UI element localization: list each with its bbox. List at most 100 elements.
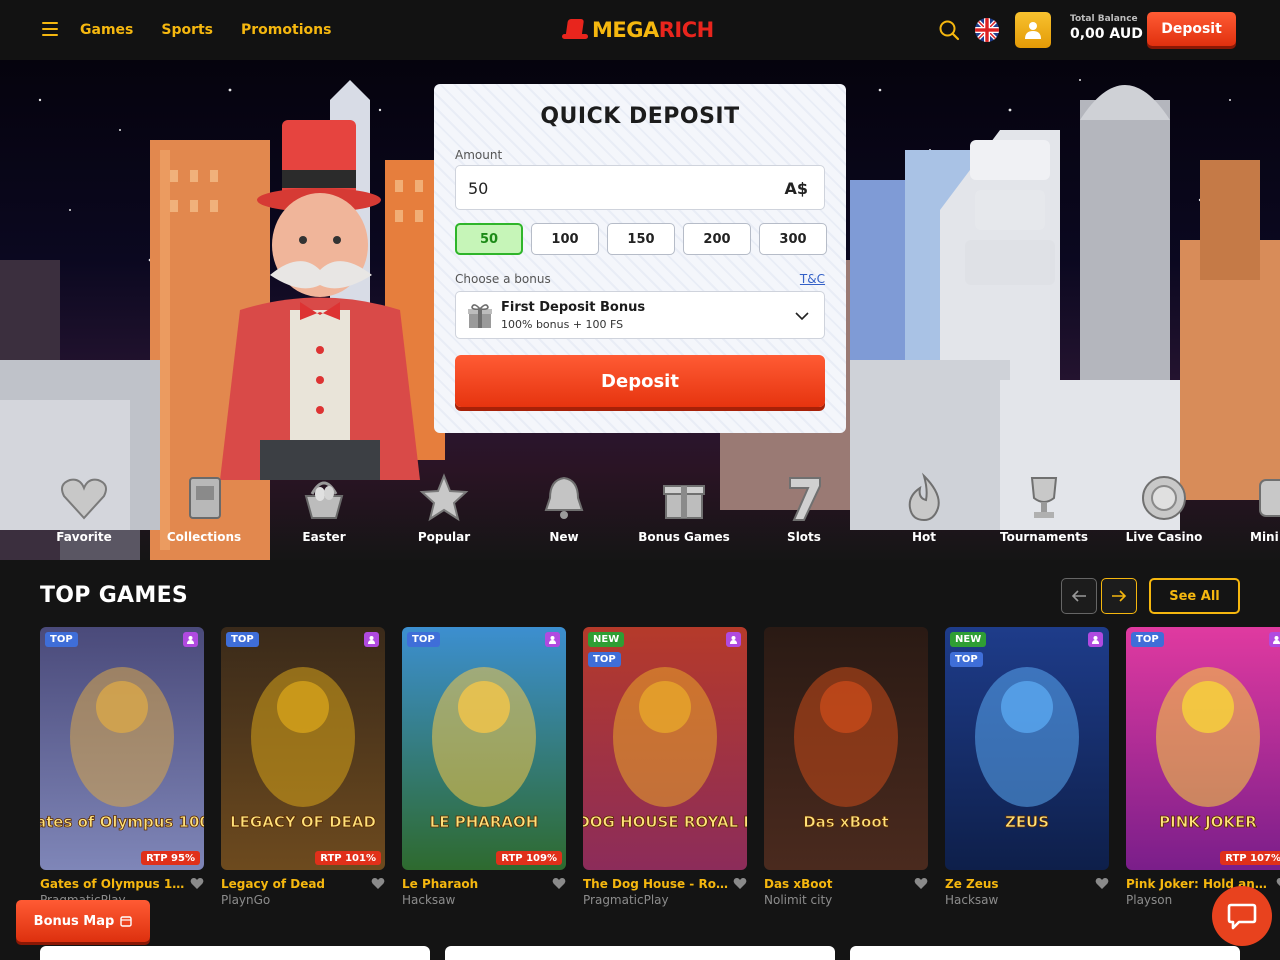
category-label: Bonus Games — [638, 530, 730, 544]
new-badge: NEW — [950, 632, 987, 647]
deposit-button[interactable]: Deposit — [455, 355, 825, 407]
rtp-badge: RTP 109% — [496, 851, 562, 865]
game-card[interactable]: ZEUS NEW TOP — [945, 627, 1109, 870]
game-card[interactable]: THE DOG HOUSE ROYAL HUNT NEW TOP — [583, 627, 747, 870]
category-easter[interactable]: Easter — [264, 470, 384, 550]
arrow-right-icon — [1112, 590, 1127, 602]
game-title[interactable]: Gates of Olympus 1000 — [40, 877, 188, 891]
gift-box-icon — [468, 304, 492, 328]
quick-deposit-title: QUICK DEPOSIT — [540, 104, 740, 129]
bonus-label: Choose a bonus — [455, 272, 551, 286]
terms-link[interactable]: T&C — [800, 272, 825, 286]
category-bar: Favorite Collections Easter Popular New … — [0, 470, 1280, 560]
logo-text-mega: MEGA — [592, 18, 659, 42]
game-provider: PragmaticPlay — [583, 893, 669, 907]
game-title[interactable]: The Dog House - Roy... — [583, 877, 731, 891]
star-icon — [419, 473, 469, 522]
game-provider: Playson — [1126, 893, 1173, 907]
user-icon — [1025, 22, 1041, 39]
carousel-next-button[interactable] — [1101, 578, 1137, 614]
promo-card[interactable] — [445, 946, 835, 960]
game-title[interactable]: Das xBoot — [764, 877, 912, 891]
game-art-title: PINK JOKER — [1159, 813, 1257, 831]
game-provider: Nolimit city — [764, 893, 833, 907]
category-mini[interactable]: Mini — [1224, 470, 1280, 550]
currency-label: A$ — [784, 179, 808, 198]
category-favorite[interactable]: Favorite — [24, 470, 144, 550]
category-label: Easter — [302, 530, 346, 544]
egg-basket-icon — [304, 481, 344, 519]
game-card[interactable]: LE PHARAOH TOP RTP 109% — [402, 627, 566, 870]
nav-sports[interactable]: Sports — [161, 22, 213, 38]
flame-icon — [908, 472, 940, 522]
game-thumbnail: Das xBoot — [764, 627, 928, 870]
bonus-description: 100% bonus + 100 FS — [501, 318, 624, 331]
game-card[interactable]: LEGACY OF DEAD TOP RTP 101% — [221, 627, 385, 870]
live-chat-button[interactable] — [1212, 886, 1272, 946]
favorite-heart-icon[interactable] — [371, 877, 385, 890]
bonus-crown-icon — [545, 632, 560, 647]
header-deposit-button[interactable]: Deposit — [1147, 12, 1236, 46]
game-card[interactable]: PINK JOKER TOP RTP 107% — [1126, 627, 1280, 870]
promo-card[interactable] — [40, 946, 430, 960]
bonus-map-button[interactable]: Bonus Map — [16, 900, 150, 942]
bonus-crown-icon — [1269, 632, 1280, 647]
favorite-heart-icon[interactable] — [190, 877, 204, 890]
preset-300[interactable]: 300 — [759, 223, 827, 255]
category-label: Mini — [1250, 530, 1279, 544]
balance-label: Total Balance — [1070, 14, 1138, 24]
top-badge: TOP — [1131, 632, 1164, 647]
bonus-select[interactable]: First Deposit Bonus 100% bonus + 100 FS — [455, 291, 825, 339]
uk-flag-icon[interactable] — [975, 18, 999, 42]
bonus-crown-icon — [364, 632, 379, 647]
megarich-logo[interactable]: MEGARICH — [562, 16, 714, 44]
trophy-icon — [1030, 477, 1058, 518]
preset-150[interactable]: 150 — [607, 223, 675, 255]
account-button[interactable] — [1015, 12, 1051, 48]
nav-promotions[interactable]: Promotions — [241, 22, 331, 38]
category-collections[interactable]: Collections — [144, 470, 264, 550]
category-new[interactable]: New — [504, 470, 624, 550]
bonus-crown-icon — [183, 632, 198, 647]
game-art-title: Gates of Olympus 1000 — [40, 813, 204, 831]
favorite-heart-icon[interactable] — [733, 877, 747, 890]
amount-field-wrapper: A$ — [455, 165, 825, 210]
category-bonus-games[interactable]: Bonus Games — [624, 470, 744, 550]
category-label: Popular — [417, 530, 471, 544]
category-live-casino[interactable]: Live Casino — [1104, 470, 1224, 550]
game-card[interactable]: Das xBoot — [764, 627, 928, 870]
rtp-badge: RTP 107% — [1220, 851, 1280, 865]
balance-value: 0,00 AUD — [1070, 26, 1143, 42]
carousel-prev-button[interactable] — [1061, 578, 1097, 614]
preset-200[interactable]: 200 — [683, 223, 751, 255]
game-thumbnail: LE PHARAOH — [402, 627, 566, 870]
top-header: Games Sports Promotions MEGARICH Total B… — [0, 0, 1280, 60]
amount-input[interactable] — [468, 176, 728, 200]
nav-games[interactable]: Games — [80, 22, 133, 38]
see-all-button[interactable]: See All — [1149, 578, 1240, 614]
balance-display[interactable]: Total Balance 0,00 AUD — [1070, 14, 1143, 42]
favorite-heart-icon[interactable] — [552, 877, 566, 890]
category-hot[interactable]: Hot — [864, 470, 984, 550]
category-slots[interactable]: Slots — [744, 470, 864, 550]
game-title[interactable]: Le Pharaoh — [402, 877, 550, 891]
preset-50[interactable]: 50 — [455, 223, 523, 255]
favorite-heart-icon[interactable] — [914, 877, 928, 890]
game-art-title: THE DOG HOUSE ROYAL HUNT — [583, 813, 747, 831]
category-popular[interactable]: Popular — [384, 470, 504, 550]
promo-card[interactable] — [850, 946, 1240, 960]
favorite-heart-icon[interactable] — [1276, 877, 1280, 890]
game-thumbnail: LEGACY OF DEAD — [221, 627, 385, 870]
search-icon[interactable] — [938, 19, 960, 41]
favorite-heart-icon[interactable] — [1095, 877, 1109, 890]
game-title[interactable]: Legacy of Dead — [221, 877, 369, 891]
top-games-title: TOP GAMES — [40, 583, 189, 608]
new-badge: NEW — [588, 632, 625, 647]
game-card[interactable]: Gates of Olympus 1000 TOP RTP 95% — [40, 627, 204, 870]
category-tournaments[interactable]: Tournaments — [984, 470, 1104, 550]
heart-icon — [61, 478, 107, 520]
game-title[interactable]: Ze Zeus — [945, 877, 1093, 891]
game-provider: Hacksaw — [945, 893, 999, 907]
preset-100[interactable]: 100 — [531, 223, 599, 255]
menu-icon[interactable] — [42, 22, 58, 36]
